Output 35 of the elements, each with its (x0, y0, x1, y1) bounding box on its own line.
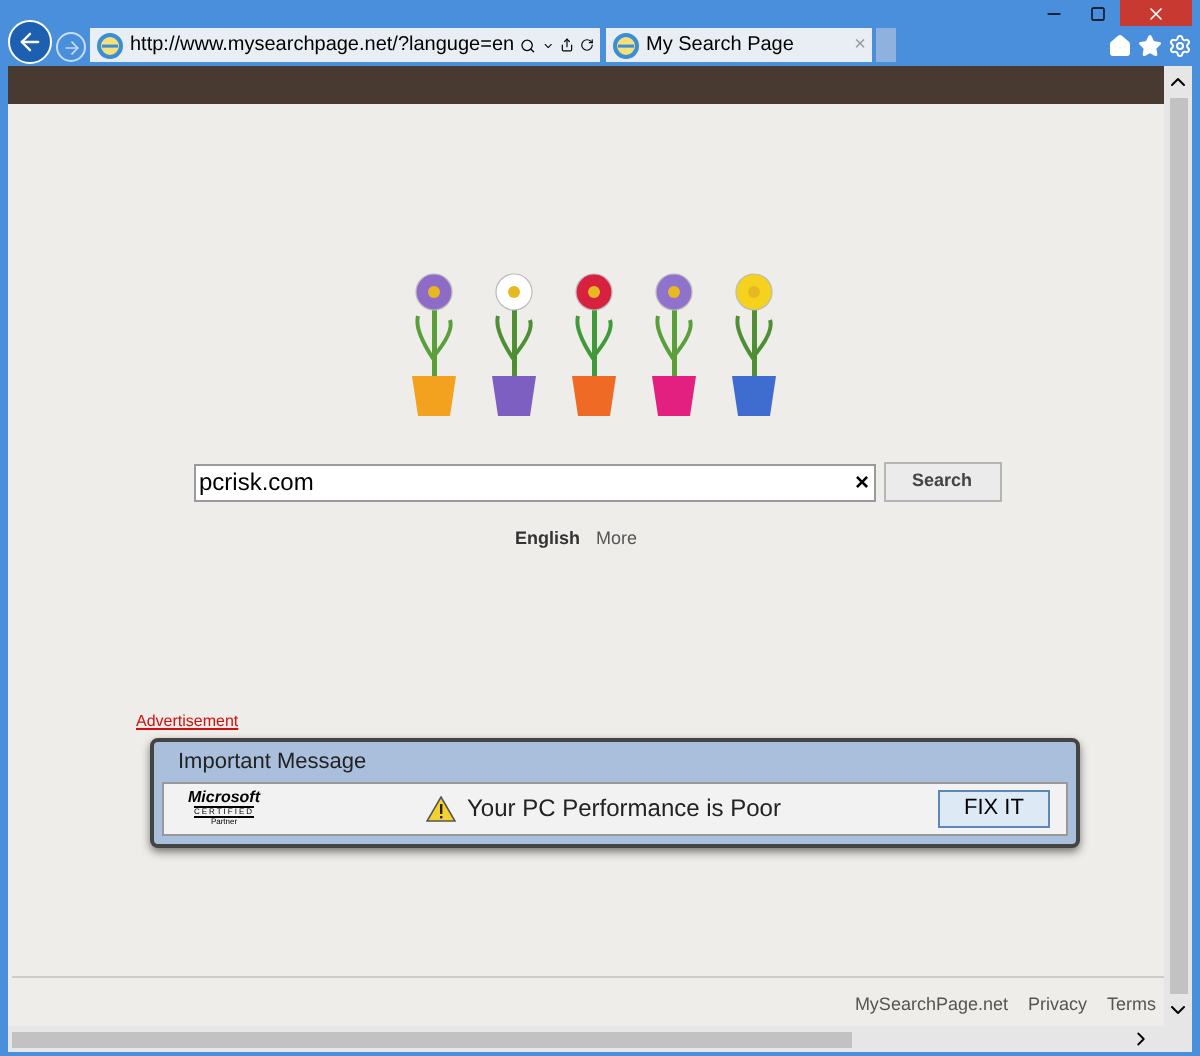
footer-link[interactable]: MySearchPage.net (854, 991, 1008, 1018)
language-link[interactable]: More (596, 526, 638, 553)
settings-icon[interactable] (1168, 34, 1192, 58)
search-icon[interactable] (520, 35, 536, 55)
scroll-thumb[interactable] (12, 1031, 852, 1047)
forward-arrow-icon (61, 37, 81, 57)
search-text: pcrisk.com (199, 466, 316, 500)
maximize-icon (1090, 5, 1106, 21)
browser-globe-icon (612, 31, 640, 59)
vertical-scrollbar[interactable] (1164, 66, 1192, 1026)
browser-globe-icon (96, 31, 124, 59)
star-icon[interactable] (1138, 34, 1162, 58)
home-icon[interactable] (1108, 34, 1132, 58)
dialog-title: Important Message (176, 747, 369, 777)
clear-button[interactable]: × (854, 464, 869, 500)
fix-it-button[interactable]: FIX IT (938, 789, 1050, 827)
footer-link[interactable]: Terms (1107, 991, 1156, 1018)
back-button[interactable] (8, 20, 52, 64)
close-icon (1146, 3, 1166, 23)
search-button[interactable]: Search (883, 462, 1001, 502)
language-link[interactable]: English (514, 526, 580, 553)
horizontal-scrollbar[interactable] (8, 1026, 1192, 1052)
dialog-message: Your PC Performance is Poor (467, 792, 781, 826)
advertisement-link[interactable]: Advertisement (136, 709, 1080, 733)
tab-title: My Search Page (646, 32, 796, 60)
search-field[interactable]: pcrisk.com × (193, 463, 875, 501)
close-button[interactable] (1120, 0, 1192, 26)
browser-tab[interactable]: My Search Page × (606, 28, 872, 62)
logo-brand: Microsoft (188, 790, 260, 806)
address-bar[interactable]: http://www.mysearchpage.net/?languge=en (90, 28, 600, 62)
scroll-thumb[interactable] (1169, 98, 1187, 994)
url-text: http://www.mysearchpage.net/?languge=en (130, 32, 515, 60)
warning-icon (425, 795, 456, 821)
footer-link[interactable]: Privacy (1027, 991, 1087, 1018)
refresh-icon[interactable] (580, 36, 594, 54)
